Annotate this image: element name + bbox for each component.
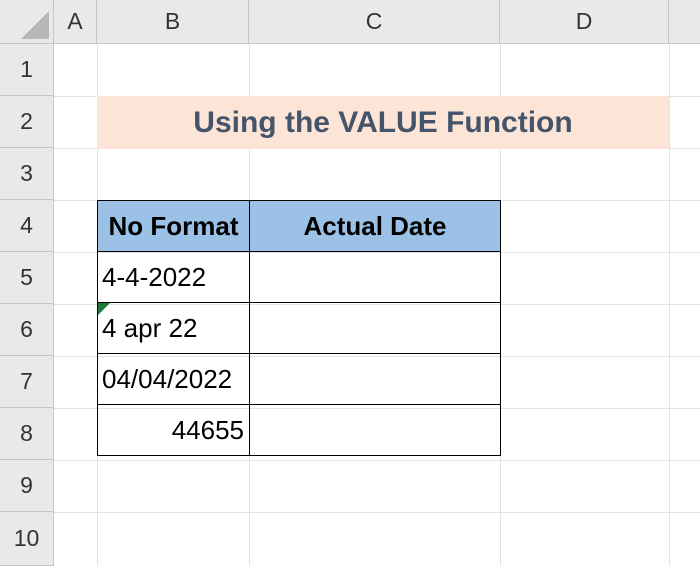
no-format-value: 4 apr 22 [102,312,198,343]
sheet-title[interactable]: Using the VALUE Function [97,96,669,149]
no-format-cell[interactable]: 4-4-2022 [97,251,250,303]
row-header-4[interactable]: 4 [0,200,54,252]
actual-date-cell[interactable] [249,404,501,456]
actual-date-cell[interactable] [249,251,501,303]
row-header-5[interactable]: 5 [0,252,54,304]
table-row: 4-4-2022 [97,251,501,303]
select-all-button[interactable] [0,0,54,44]
spreadsheet-grid: A B C D 1 2 3 4 5 6 7 8 9 10 Using the V… [0,0,700,566]
column-header-d[interactable]: D [500,0,669,44]
date-table: No Format Actual Date 4-4-2022 4 apr 22 … [97,200,501,456]
table-row: 4 apr 22 [97,302,501,354]
row-header-10[interactable]: 10 [0,512,54,566]
row-header-1[interactable]: 1 [0,44,54,96]
actual-date-cell[interactable] [249,302,501,354]
row-header-2[interactable]: 2 [0,96,54,148]
error-indicator-icon[interactable] [98,303,110,315]
row-header-7[interactable]: 7 [0,356,54,408]
actual-date-cell[interactable] [249,353,501,405]
row-header-3[interactable]: 3 [0,148,54,200]
table-header-row: No Format Actual Date [97,200,501,252]
gridline [54,460,700,461]
column-header-b[interactable]: B [97,0,249,44]
table-row: 44655 [97,404,501,456]
row-header-9[interactable]: 9 [0,460,54,512]
column-header-c[interactable]: C [249,0,500,44]
select-all-icon [21,11,49,39]
gridline [54,512,700,513]
no-format-cell[interactable]: 4 apr 22 [97,302,250,354]
column-header-a[interactable]: A [54,0,97,44]
table-row: 04/04/2022 [97,353,501,405]
no-format-cell[interactable]: 44655 [97,404,250,456]
header-actual-date[interactable]: Actual Date [249,200,501,252]
column-header-e[interactable] [669,0,700,44]
header-no-format[interactable]: No Format [97,200,250,252]
no-format-cell[interactable]: 04/04/2022 [97,353,250,405]
row-header-6[interactable]: 6 [0,304,54,356]
gridline [669,44,670,566]
row-header-8[interactable]: 8 [0,408,54,460]
